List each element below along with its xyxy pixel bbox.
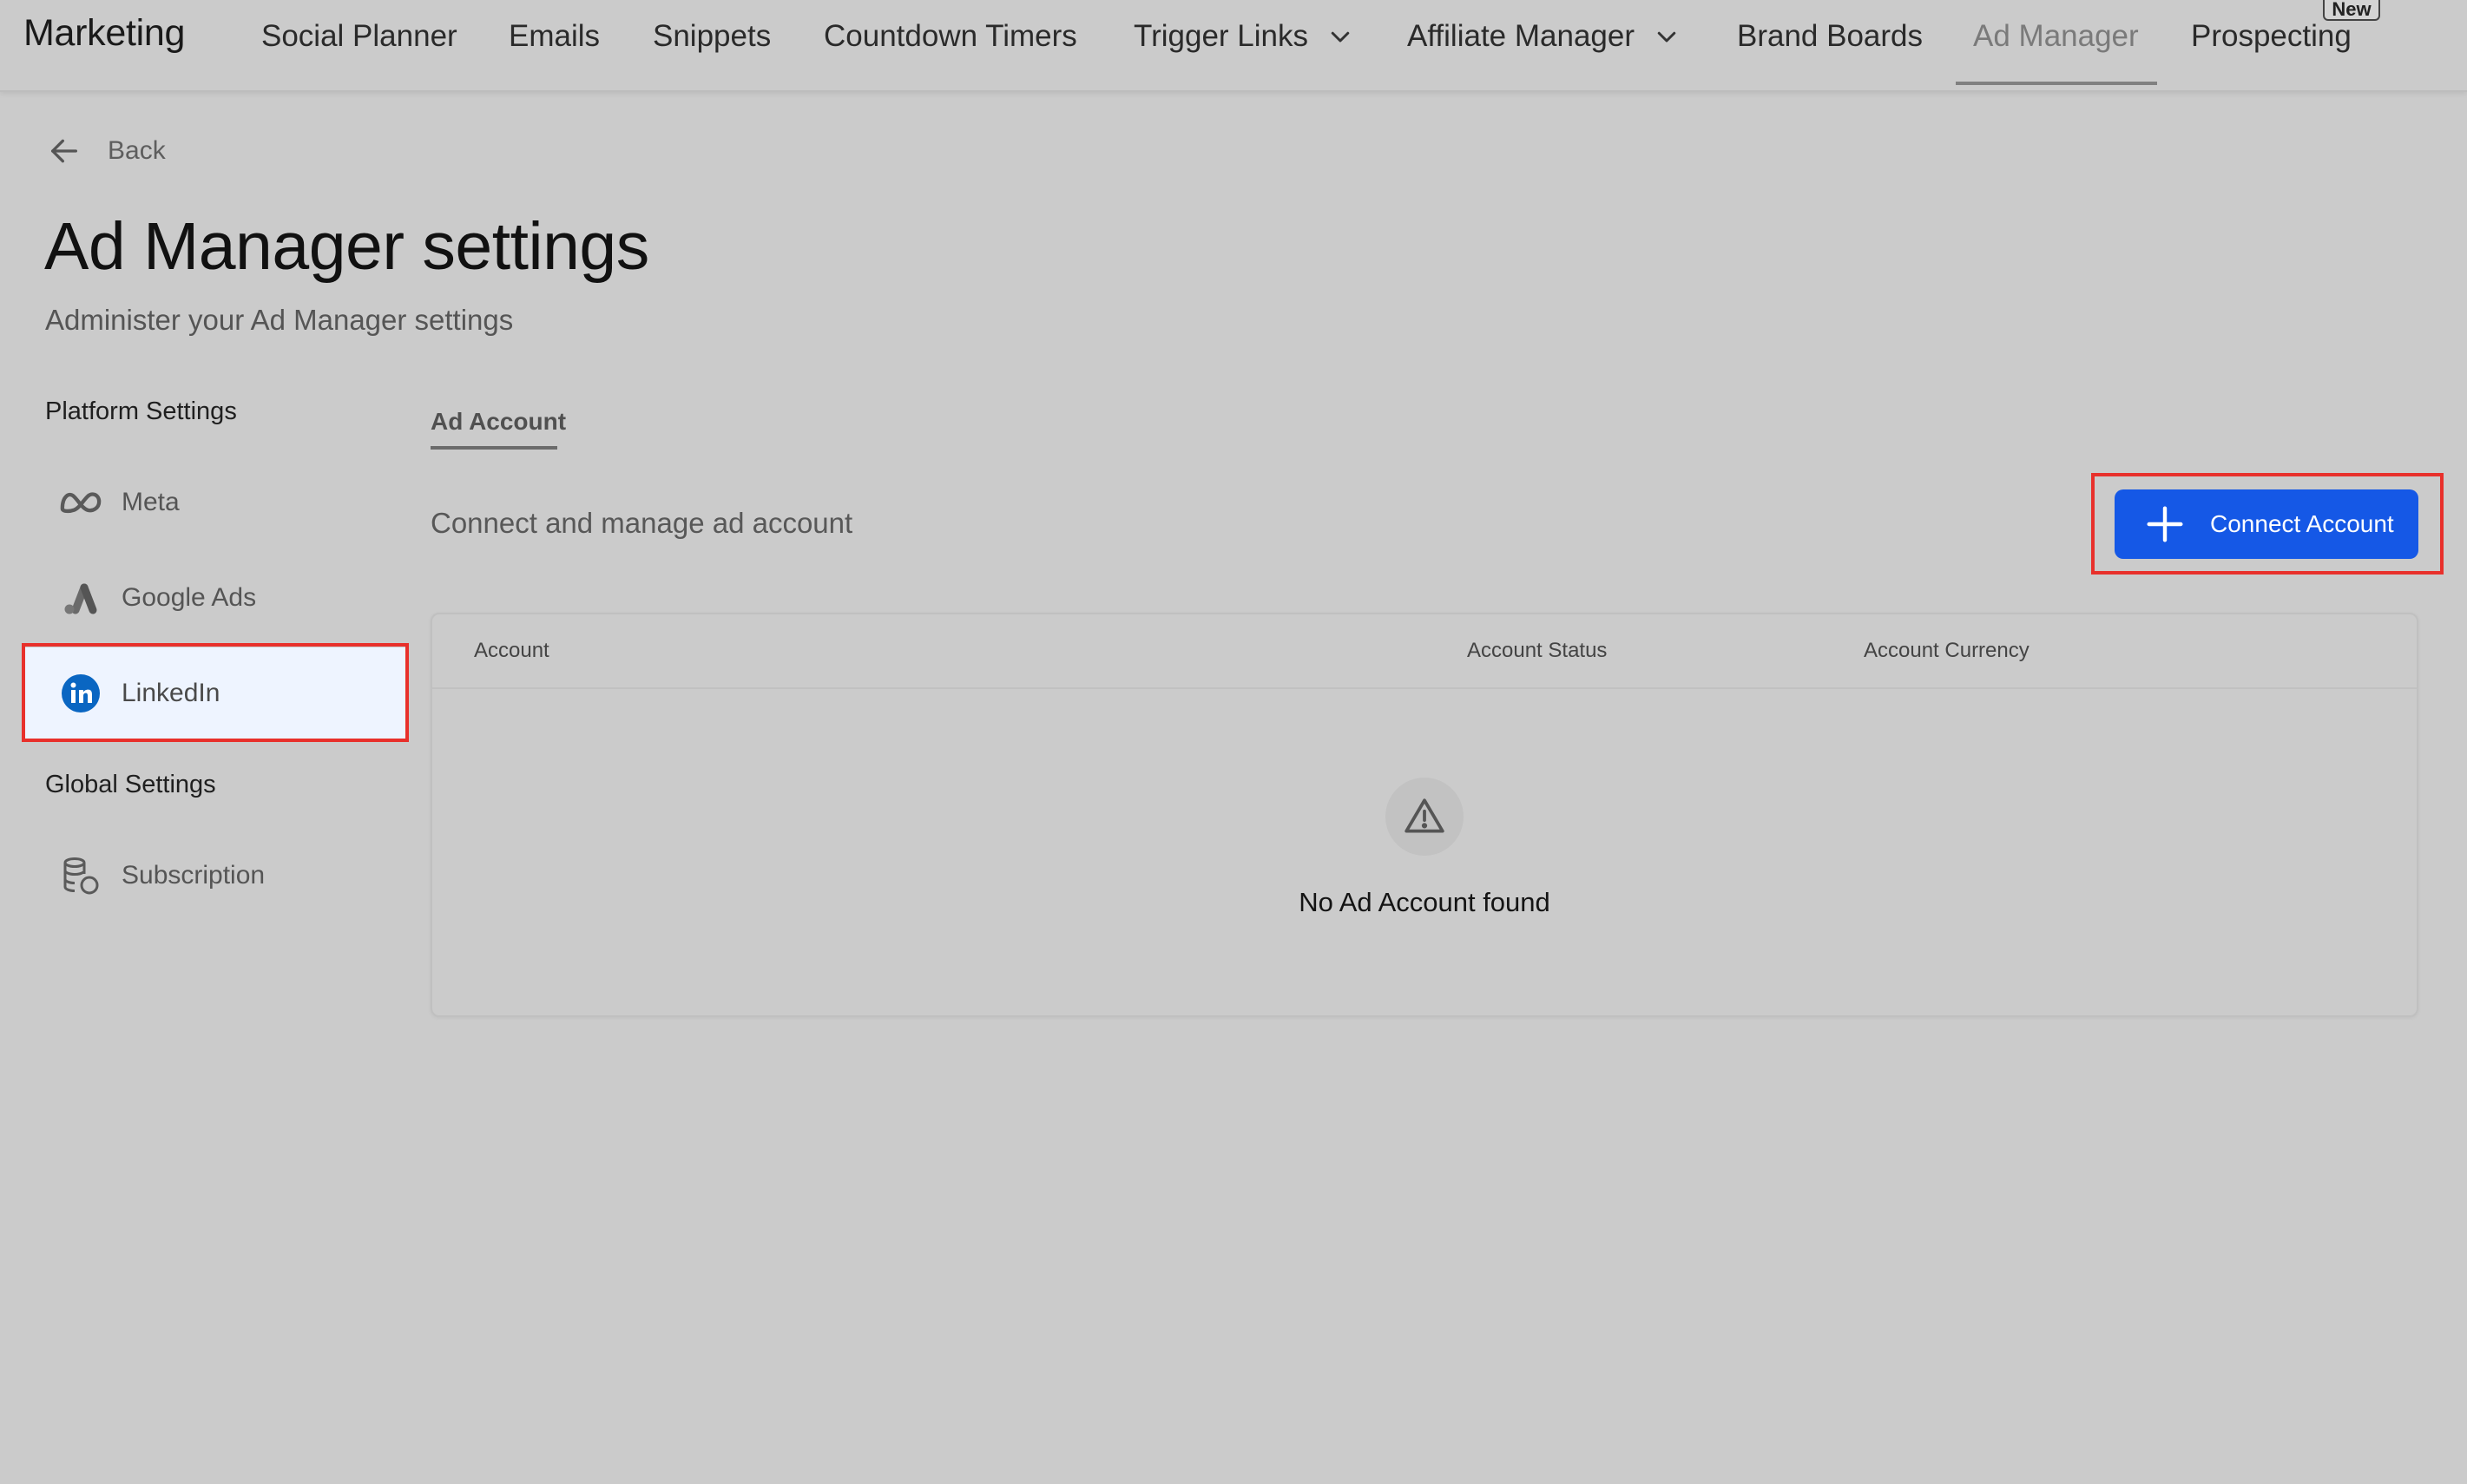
nav-item-social-planner[interactable]: Social Planner	[261, 19, 457, 54]
sidebar-item-label: Meta	[122, 488, 180, 516]
sidebar-item-label: Google Ads	[122, 583, 257, 612]
chevron-down-icon	[1331, 31, 1350, 43]
tab-indicator	[431, 446, 557, 450]
meta-icon	[59, 481, 102, 524]
nav-item-trigger-links[interactable]: Trigger Links	[1134, 19, 1353, 54]
chevron-down-icon	[1657, 31, 1676, 43]
page-subtitle: Administer your Ad Manager settings	[45, 304, 514, 336]
sidebar-item-meta[interactable]: Meta	[24, 456, 406, 548]
column-header-account-status: Account Status	[1467, 639, 1608, 662]
column-header-account: Account	[474, 639, 549, 662]
nav-item-label: Prospecting	[2191, 19, 2352, 53]
subscription-icon	[59, 854, 102, 897]
nav-item-ad-manager[interactable]: Ad Manager	[1973, 19, 2139, 54]
highlight-connect-account	[2091, 473, 2444, 575]
nav-item-affiliate-manager[interactable]: Affiliate Manager	[1407, 19, 1680, 54]
global-settings-heading: Global Settings	[45, 771, 216, 798]
active-tab-indicator	[1956, 82, 2157, 85]
empty-state-message: No Ad Account found	[1299, 887, 1550, 917]
nav-item-label: Emails	[509, 19, 601, 53]
top-navigation: Marketing Social Planner Emails Snippets…	[0, 0, 2467, 92]
section-description: Connect and manage ad account	[431, 507, 853, 539]
column-header-account-currency: Account Currency	[1864, 639, 2030, 662]
nav-item-label: Affiliate Manager	[1407, 19, 1635, 53]
nav-item-label: Social Planner	[261, 19, 457, 53]
app-brand: Marketing	[23, 12, 186, 54]
nav-item-prospecting[interactable]: Prospecting	[2191, 19, 2352, 54]
nav-item-emails[interactable]: Emails	[509, 19, 600, 54]
nav-item-label: Ad Manager	[1973, 19, 2139, 53]
table-header: Account Account Status Account Currency	[432, 614, 2417, 689]
nav-item-label: Countdown Timers	[824, 19, 1077, 53]
nav-item-label: Snippets	[653, 19, 772, 53]
highlight-linkedin	[22, 643, 409, 742]
back-label: Back	[108, 136, 166, 165]
tab-ad-account[interactable]: Ad Account	[431, 408, 566, 436]
page-title: Ad Manager settings	[44, 209, 649, 284]
nav-item-snippets[interactable]: Snippets	[653, 19, 771, 54]
nav-item-label: Trigger Links	[1134, 19, 1308, 53]
arrow-left-icon	[51, 139, 78, 163]
back-link[interactable]: Back	[47, 134, 166, 168]
sidebar-item-label: Subscription	[122, 861, 266, 890]
warning-icon	[1385, 778, 1464, 856]
nav-item-label: Brand Boards	[1737, 19, 1924, 53]
sidebar-item-subscription[interactable]: Subscription	[24, 830, 406, 922]
sidebar-item-google-ads[interactable]: Google Ads	[24, 552, 406, 644]
nav-item-brand-boards[interactable]: Brand Boards	[1737, 19, 1923, 54]
google-ads-icon	[59, 576, 102, 620]
new-badge: New	[2323, 0, 2380, 21]
nav-item-countdown-timers[interactable]: Countdown Timers	[824, 19, 1077, 54]
platform-settings-heading: Platform Settings	[45, 397, 237, 425]
ad-account-table: Account Account Status Account Currency …	[431, 613, 2418, 1017]
